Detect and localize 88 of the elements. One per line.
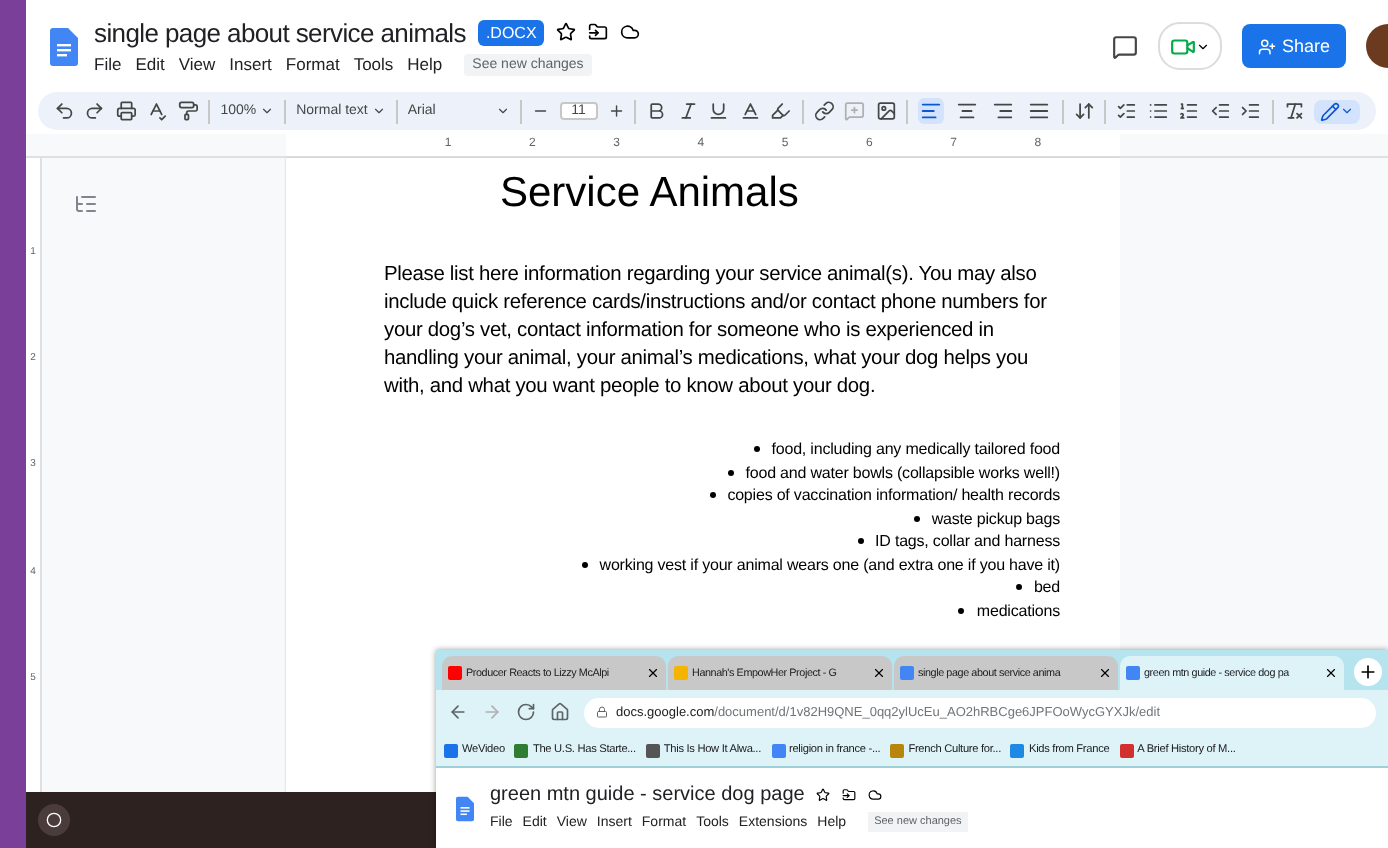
line-spacing-icon[interactable] [1073,100,1095,122]
editing-mode-button[interactable] [1314,99,1360,123]
plus-icon [1358,662,1378,682]
menu-item[interactable]: Help [407,54,443,74]
list-item: bed [1033,578,1060,597]
bullet-icon [727,469,734,476]
bullet-icon [857,538,864,545]
menu-item[interactable]: Edit [135,54,165,74]
star-icon[interactable] [816,788,831,802]
redo-icon[interactable] [84,100,106,122]
increase-size-icon[interactable] [607,102,625,120]
list-item: medications [976,601,1060,620]
reload-icon[interactable] [516,702,536,722]
caret-icon [1340,104,1354,118]
document-title[interactable]: green mtn guide - service dog page [490,784,805,806]
checklist-icon[interactable] [1116,100,1138,122]
paint-format-icon[interactable] [177,100,199,122]
docs-logo-icon[interactable] [50,27,78,65]
video-camera-icon [1169,33,1196,59]
list-item: food and water bowls (collapsible works well!) [745,463,1060,482]
document-paragraph: Please list here information regarding your service animal(s). You may also include quick reference cards/instructions and/or contact phone numbers for your dog’s vet, contact information for someone who is experienced in handling your animal, your animal’s medications, what your dog helps you with, and what you want people to know about your dog. [384,262,1049,402]
list-item: ID tags, collar and harness [875,532,1060,551]
caret-icon [1195,39,1210,53]
circle-icon [46,812,62,828]
star-icon[interactable] [556,22,577,42]
numbered-list-icon[interactable] [1178,100,1200,122]
cloud-icon[interactable] [868,788,883,802]
align-justify-icon[interactable] [1025,98,1052,124]
menu-item[interactable]: Tools [353,54,394,74]
link-icon[interactable] [813,100,835,122]
video-icon [448,666,462,680]
new-tab-button[interactable] [1354,658,1382,686]
align-center-icon[interactable] [953,98,980,124]
text-color-icon[interactable] [739,100,761,122]
comment-icon[interactable] [1111,33,1138,59]
bullet-icon [958,607,965,614]
list-item: working vest if your animal wears one (and extra one if you have it) [599,555,1060,574]
docs-icon [1126,666,1140,680]
close-icon[interactable] [1324,666,1338,680]
document-title[interactable]: single page about service animals [94,17,466,47]
bullet-icon [753,446,760,453]
increase-indent-icon[interactable] [1240,100,1262,122]
menu-item[interactable]: Insert [229,54,272,74]
launcher-button[interactable] [38,804,70,836]
share-button[interactable]: Share [1241,24,1346,68]
back-icon[interactable] [448,702,468,722]
bullet-icon [913,515,920,522]
close-icon[interactable] [872,666,886,680]
bold-icon[interactable] [646,100,668,122]
close-icon[interactable] [646,666,660,680]
outline-icon[interactable] [74,192,98,216]
list-item: waste pickup bags [931,509,1060,528]
home-icon[interactable] [550,702,570,722]
list-item: food, including any medically tailored food [771,440,1060,459]
caret-icon [260,104,275,118]
italic-icon[interactable] [677,100,699,122]
menu-item[interactable]: File [94,54,122,74]
caret-icon [371,104,386,118]
person-icon [1257,37,1276,55]
move-icon[interactable] [588,22,609,42]
file-type-badge: .DOCX [477,19,545,45]
meet-button[interactable] [1157,22,1222,70]
move-icon[interactable] [842,788,857,802]
highlight-icon[interactable] [770,100,792,122]
bullet-icon [709,492,716,499]
caret-icon [496,104,511,118]
spellcheck-icon[interactable] [146,100,168,122]
close-icon[interactable] [1098,666,1112,680]
underline-icon[interactable] [708,100,730,122]
align-right-icon[interactable] [989,98,1016,124]
menu-item[interactable]: Format [285,54,340,74]
cloud-icon[interactable] [620,22,641,42]
align-left-icon[interactable] [917,98,944,124]
menu-item[interactable]: View [178,54,216,74]
print-icon[interactable] [115,100,137,122]
undo-icon[interactable] [54,100,75,122]
list-item: copies of vaccination information/ health records [727,486,1060,505]
slides-icon [674,666,688,680]
image-icon[interactable] [875,100,897,122]
pencil-icon [1320,101,1340,121]
decrease-indent-icon[interactable] [1209,100,1231,122]
bullet-icon [1015,584,1022,591]
docs-logo-icon[interactable] [456,795,474,821]
document-heading: Service Animals [500,170,801,218]
docs-icon [900,666,914,680]
lock-icon [596,706,608,718]
bullet-icon [581,561,588,568]
clear-formatting-icon[interactable] [1283,100,1304,122]
